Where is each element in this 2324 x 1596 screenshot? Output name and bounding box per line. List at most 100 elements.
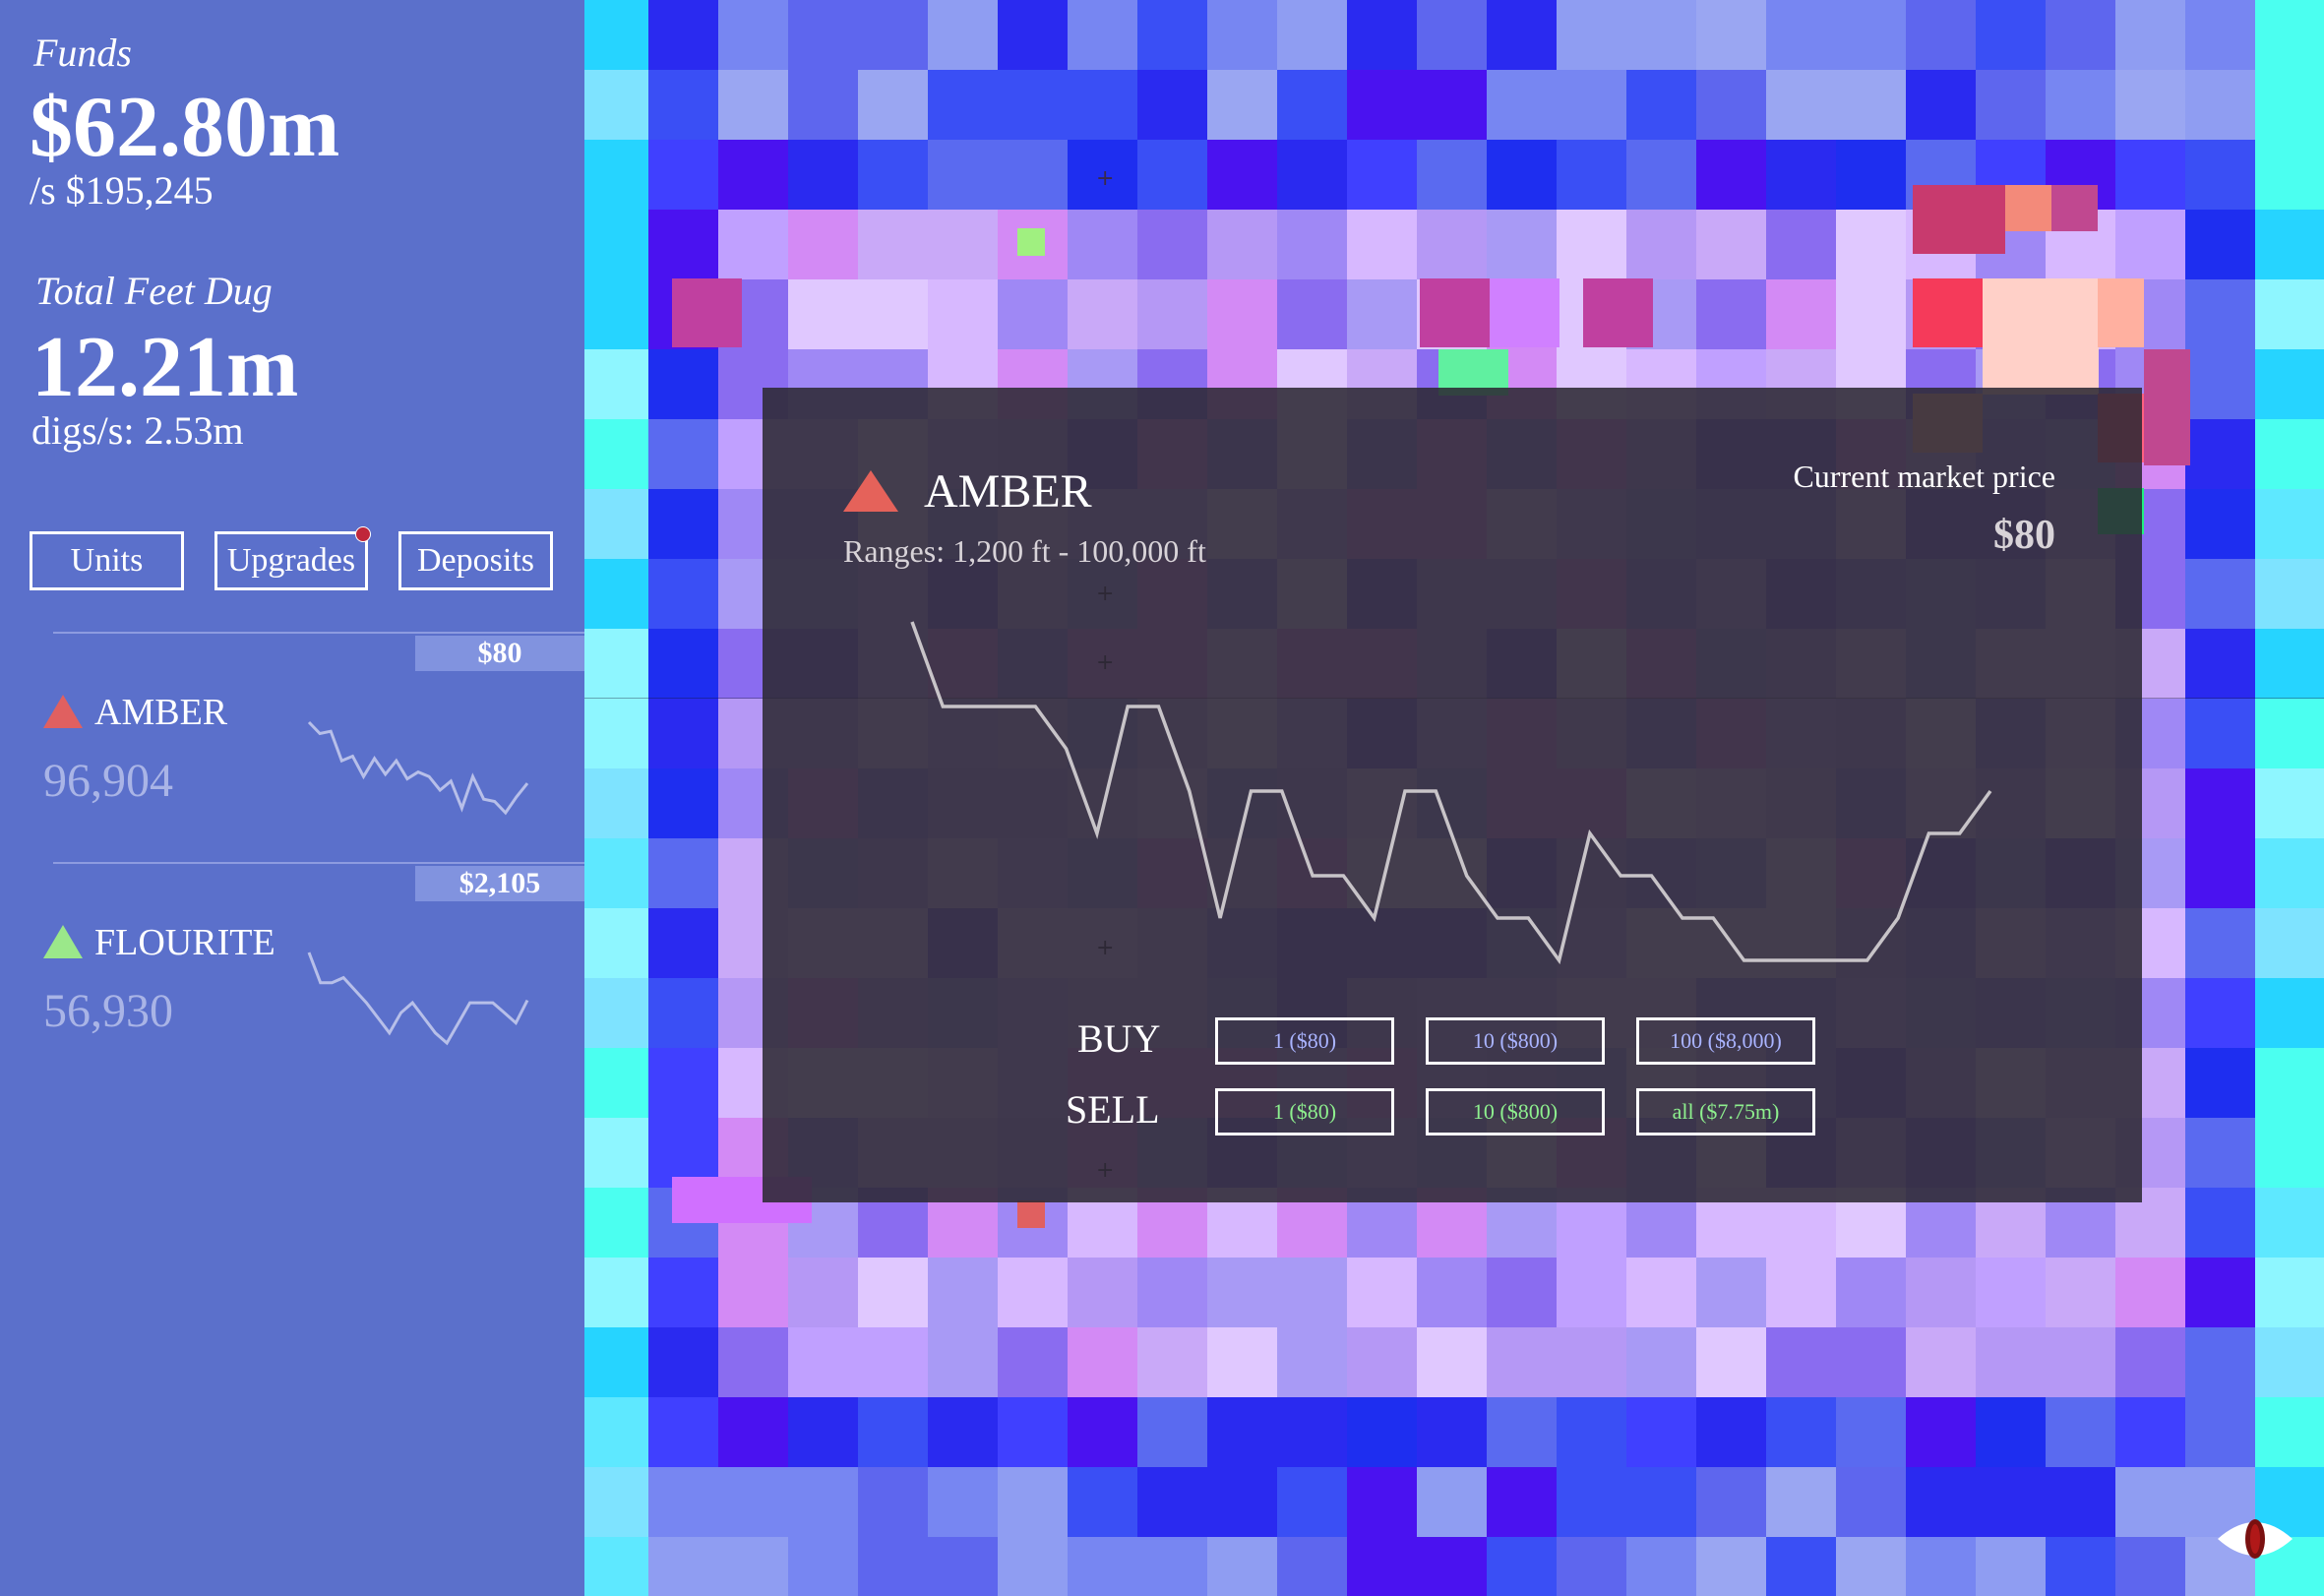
grid-cell[interactable] — [1417, 1397, 1487, 1467]
grid-cell[interactable] — [648, 838, 718, 908]
grid-cell[interactable] — [1207, 140, 1277, 210]
grid-cell[interactable] — [1487, 210, 1557, 279]
grid-cell[interactable] — [2185, 1118, 2255, 1188]
grid-cell[interactable] — [858, 1467, 928, 1537]
grid-cell[interactable] — [2185, 908, 2255, 978]
grid-cell[interactable] — [1277, 210, 1347, 279]
grid-cell[interactable] — [584, 419, 648, 489]
grid-cell[interactable] — [1626, 1397, 1696, 1467]
grid-cell[interactable] — [1277, 1397, 1347, 1467]
grid-cell[interactable] — [1417, 1467, 1487, 1537]
grid-cell[interactable] — [2185, 768, 2255, 838]
grid-cell[interactable] — [718, 210, 788, 279]
tab-deposits[interactable]: Deposits — [398, 531, 553, 590]
grid-cell[interactable] — [1277, 279, 1347, 349]
grid-cell[interactable] — [2185, 1188, 2255, 1258]
grid-cell[interactable] — [584, 838, 648, 908]
grid-cell[interactable] — [718, 1258, 788, 1327]
grid-cell[interactable] — [584, 1188, 648, 1258]
grid-cell[interactable] — [1207, 1258, 1277, 1327]
grid-cell[interactable] — [1626, 0, 1696, 70]
grid-cell[interactable] — [1766, 210, 1836, 279]
grid-cell[interactable] — [648, 349, 718, 419]
grid-cell[interactable] — [1277, 1258, 1347, 1327]
grid-cell[interactable] — [1487, 70, 1557, 140]
grid-cell[interactable] — [2115, 1327, 2185, 1397]
grid-cell[interactable] — [648, 1397, 718, 1467]
grid-cell[interactable] — [858, 1258, 928, 1327]
grid-cell[interactable] — [1557, 1258, 1626, 1327]
grid-cell[interactable] — [718, 1327, 788, 1397]
mineral-deposit-cell[interactable] — [672, 278, 742, 347]
grid-cell[interactable] — [858, 1537, 928, 1596]
grid-cell[interactable] — [2255, 279, 2324, 349]
grid-cell[interactable] — [1207, 1327, 1277, 1397]
grid-cell[interactable] — [1137, 0, 1207, 70]
grid-cell[interactable] — [998, 279, 1068, 349]
grid-cell[interactable] — [1347, 1327, 1417, 1397]
grid-cell[interactable] — [788, 140, 858, 210]
grid-cell[interactable] — [928, 1258, 998, 1327]
grid-cell[interactable] — [2046, 1467, 2115, 1537]
grid-cell[interactable] — [788, 1327, 858, 1397]
grid-cell[interactable] — [1207, 279, 1277, 349]
grid-cell[interactable] — [1137, 70, 1207, 140]
grid-cell[interactable] — [1696, 1467, 1766, 1537]
grid-cell[interactable] — [648, 1537, 718, 1596]
grid-cell[interactable] — [1696, 1258, 1766, 1327]
grid-cell[interactable] — [1626, 1327, 1696, 1397]
grid-cell[interactable] — [1068, 1537, 1137, 1596]
tab-upgrades[interactable]: Upgrades — [214, 526, 371, 590]
grid-cell[interactable] — [1836, 0, 1906, 70]
grid-cell[interactable] — [858, 1397, 928, 1467]
mineral-deposit-cell[interactable] — [2051, 185, 2098, 231]
grid-cell[interactable] — [1976, 0, 2046, 70]
grid-cell[interactable] — [2115, 1258, 2185, 1327]
grid-cell[interactable] — [584, 559, 648, 629]
grid-cell[interactable] — [2255, 140, 2324, 210]
grid-cell[interactable] — [1976, 1258, 2046, 1327]
grid-cell[interactable] — [1347, 1397, 1417, 1467]
grid-cell[interactable] — [1417, 210, 1487, 279]
grid-cell[interactable] — [1487, 0, 1557, 70]
grid-cell[interactable] — [1068, 1467, 1137, 1537]
grid-cell[interactable] — [1277, 140, 1347, 210]
grid-cell[interactable] — [718, 70, 788, 140]
grid-cell[interactable] — [648, 908, 718, 978]
grid-cell[interactable] — [1207, 210, 1277, 279]
grid-cell[interactable] — [648, 1048, 718, 1118]
grid-cell[interactable] — [1836, 70, 1906, 140]
grid-cell[interactable] — [2255, 70, 2324, 140]
grid-cell[interactable] — [2185, 1397, 2255, 1467]
grid-cell[interactable] — [2185, 279, 2255, 349]
grid-cell[interactable] — [584, 1327, 648, 1397]
grid-cell[interactable] — [1766, 1258, 1836, 1327]
mineral-deposit-cell[interactable] — [1490, 278, 1560, 347]
grid-cell[interactable] — [1836, 1327, 1906, 1397]
grid-cell[interactable] — [1696, 1397, 1766, 1467]
grid-cell[interactable] — [928, 1537, 998, 1596]
mineral-deposit-cell[interactable] — [2144, 349, 2190, 465]
grid-cell[interactable] — [1207, 70, 1277, 140]
mineral-deposit-cell[interactable] — [1017, 1200, 1045, 1228]
grid-cell[interactable] — [584, 210, 648, 279]
grid-cell[interactable] — [2185, 0, 2255, 70]
grid-cell[interactable] — [858, 279, 928, 349]
mineral-deposit-cell[interactable] — [672, 1177, 742, 1223]
grid-cell[interactable] — [2255, 1188, 2324, 1258]
grid-cell[interactable] — [788, 210, 858, 279]
grid-cell[interactable] — [1417, 1327, 1487, 1397]
grid-cell[interactable] — [2255, 1258, 2324, 1327]
grid-cell[interactable] — [584, 978, 648, 1048]
grid-cell[interactable] — [928, 279, 998, 349]
grid-cell[interactable] — [1696, 1537, 1766, 1596]
grid-cell[interactable] — [998, 1327, 1068, 1397]
grid-cell[interactable] — [2255, 908, 2324, 978]
grid-cell[interactable] — [1836, 1467, 1906, 1537]
mineral-deposit-cell[interactable] — [1983, 278, 2099, 395]
grid-cell[interactable] — [998, 1467, 1068, 1537]
grid-cell[interactable] — [1137, 1258, 1207, 1327]
grid-cell[interactable] — [2046, 1537, 2115, 1596]
grid-cell[interactable] — [2115, 70, 2185, 140]
grid-cell[interactable] — [858, 70, 928, 140]
